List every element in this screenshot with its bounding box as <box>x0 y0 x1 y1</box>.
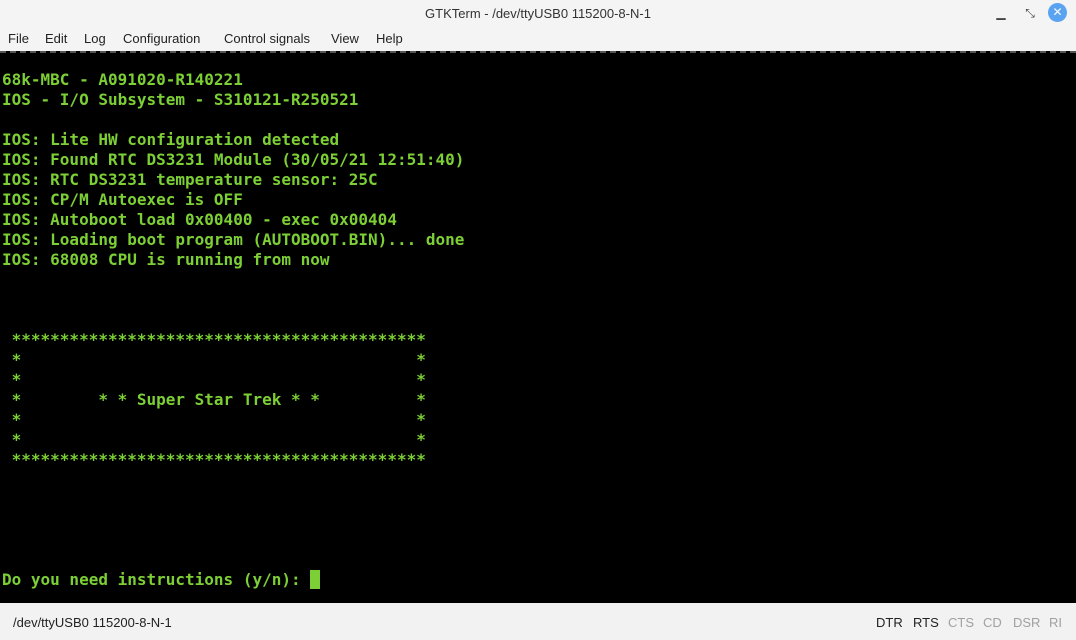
menu-configuration[interactable]: Configuration <box>123 31 200 46</box>
terminal-prompt: Do you need instructions (y/n): <box>2 570 311 589</box>
signal-ri: RI <box>1049 615 1062 630</box>
signal-cd: CD <box>983 615 1002 630</box>
port-status: /dev/ttyUSB0 115200-8-N-1 <box>13 615 172 630</box>
close-icon[interactable]: ✕ <box>1048 3 1067 22</box>
signal-cts: CTS <box>948 615 974 630</box>
menu-control-signals[interactable]: Control signals <box>224 31 310 46</box>
minimize-icon[interactable]: ▁ <box>992 4 1010 22</box>
gtkterm-window: GTKTerm - /dev/ttyUSB0 115200-8-N-1 ▁ ⤡ … <box>0 0 1076 640</box>
signal-dtr: DTR <box>876 615 903 630</box>
menu-log[interactable]: Log <box>84 31 106 46</box>
title-bar[interactable]: GTKTerm - /dev/ttyUSB0 115200-8-N-1 ▁ ⤡ … <box>0 0 1076 27</box>
menu-bar: File Edit Log Configuration Control sign… <box>0 27 1076 51</box>
menu-file[interactable]: File <box>8 31 29 46</box>
terminal-prompt-line: Do you need instructions (y/n): <box>2 570 321 590</box>
signal-rts: RTS <box>913 615 939 630</box>
menu-view[interactable]: View <box>331 31 359 46</box>
terminal-area[interactable]: 68k-MBC - A091020-R140221 IOS - I/O Subs… <box>0 51 1076 603</box>
maximize-icon[interactable]: ⤡ <box>1021 4 1039 22</box>
terminal-cursor <box>310 570 321 589</box>
menu-help[interactable]: Help <box>376 31 403 46</box>
status-bar: /dev/ttyUSB0 115200-8-N-1 DTR RTS CTS CD… <box>0 603 1076 640</box>
terminal-output: 68k-MBC - A091020-R140221 IOS - I/O Subs… <box>2 70 465 469</box>
menu-edit[interactable]: Edit <box>45 31 67 46</box>
signal-dsr: DSR <box>1013 615 1041 630</box>
window-title: GTKTerm - /dev/ttyUSB0 115200-8-N-1 <box>425 6 651 21</box>
